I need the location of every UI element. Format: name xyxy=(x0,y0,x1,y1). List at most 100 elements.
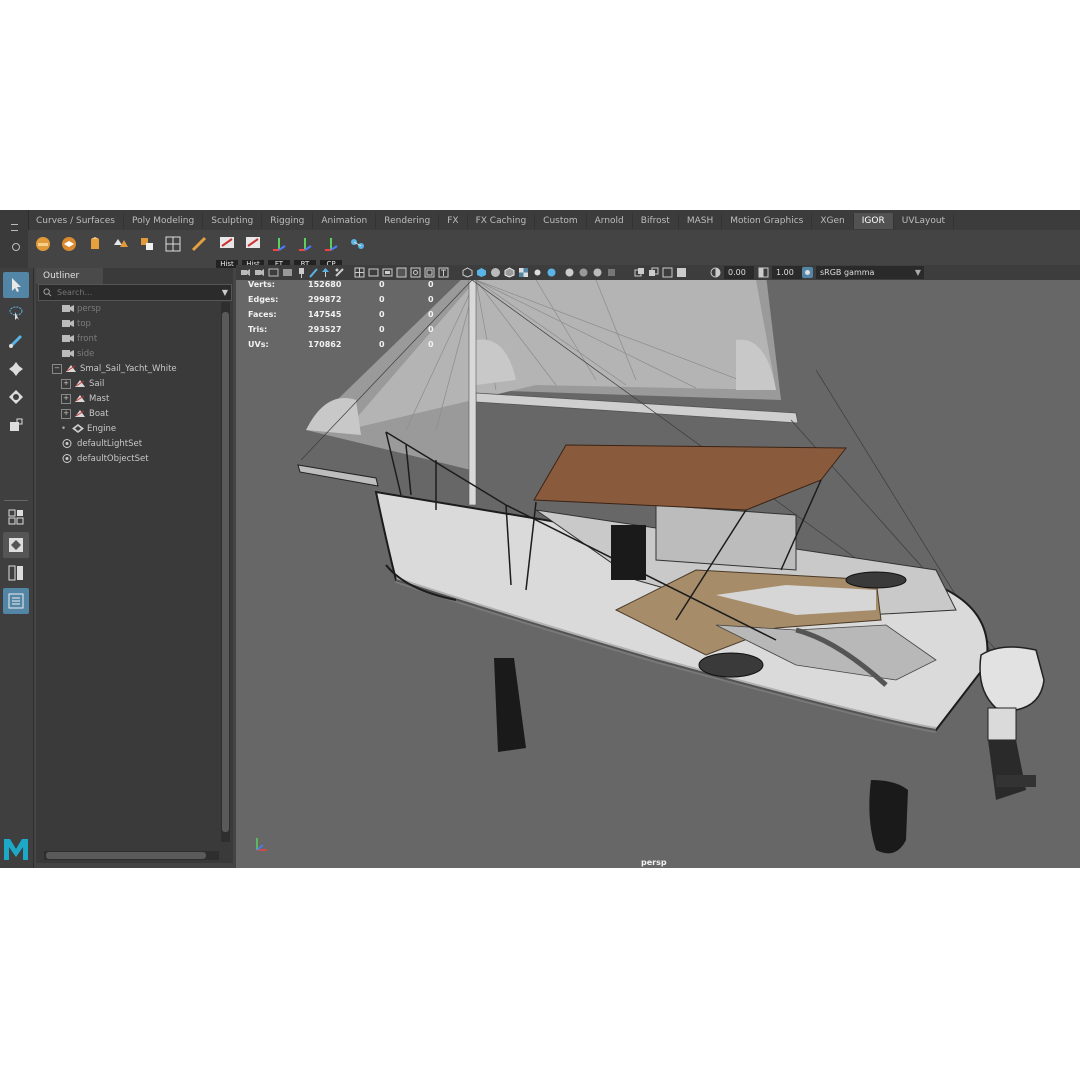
expand-icon[interactable]: + xyxy=(61,393,71,404)
shelf-tool-hist-1[interactable]: Hist xyxy=(216,234,238,268)
expand-icon[interactable]: + xyxy=(61,408,71,419)
outliner-item-mast[interactable]: + Mast xyxy=(61,392,109,407)
outliner-horizontal-scrollbar[interactable] xyxy=(44,851,219,860)
shadows-icon[interactable] xyxy=(546,267,557,278)
default-material-icon[interactable] xyxy=(490,267,501,278)
outliner-item-sail[interactable]: + Sail xyxy=(61,377,104,392)
lights-icon[interactable] xyxy=(532,267,543,278)
safe-title-icon[interactable] xyxy=(438,267,449,278)
outliner-item-yacht[interactable]: − Smal_Sail_Yacht_White xyxy=(52,362,177,377)
tab-arnold[interactable]: Arnold xyxy=(587,213,633,229)
select-tool-button[interactable] xyxy=(3,272,29,298)
scroll-thumb[interactable] xyxy=(222,312,229,832)
shelf-tool-rt[interactable]: RT xyxy=(294,234,316,268)
field-chart-icon[interactable] xyxy=(410,267,421,278)
layout-two-pane-button[interactable] xyxy=(3,560,29,586)
outliner-item-defaultobjectset[interactable]: defaultObjectSet xyxy=(62,452,149,467)
tab-igor[interactable]: IGOR xyxy=(853,213,894,229)
shelf-tool-hist-2[interactable]: Hist xyxy=(242,234,264,268)
scroll-thumb[interactable] xyxy=(46,852,206,859)
display-options-icon[interactable] xyxy=(334,267,345,278)
safe-action-icon[interactable] xyxy=(424,267,435,278)
gamma-field[interactable]: 1.00 xyxy=(772,266,802,279)
shelf-tool-6[interactable] xyxy=(162,234,184,256)
anti-aliasing-icon[interactable] xyxy=(592,267,603,278)
tab-curves-surfaces[interactable]: Curves / Surfaces xyxy=(28,213,124,229)
outliner-item-defaultlightset[interactable]: defaultLightSet xyxy=(62,437,142,452)
outliner-vertical-scrollbar[interactable] xyxy=(221,302,230,842)
move-tool-button[interactable] xyxy=(3,356,29,382)
outliner-item-persp[interactable]: persp xyxy=(62,302,101,317)
2d-pan-zoom-icon[interactable] xyxy=(320,267,331,278)
exposure-icon[interactable] xyxy=(710,267,721,278)
resolution-gate-icon[interactable] xyxy=(382,267,393,278)
wireframe-icon[interactable] xyxy=(462,267,473,278)
outliner-item-boat[interactable]: + Boat xyxy=(61,407,109,422)
shelf-tool-2[interactable] xyxy=(58,234,80,256)
shelf-tool-1[interactable] xyxy=(32,234,54,256)
textured-icon[interactable] xyxy=(518,267,529,278)
tab-rigging[interactable]: Rigging xyxy=(262,213,314,229)
scale-tool-button[interactable] xyxy=(3,412,29,438)
viewport-persp[interactable]: Verts: 152680 0 0 Edges: 299872 0 0 Faces: 1475… xyxy=(236,280,1080,868)
camera-attributes-icon[interactable] xyxy=(254,267,265,278)
tab-fx-caching[interactable]: FX Caching xyxy=(468,213,536,229)
search-options-dropdown-icon[interactable]: ▼ xyxy=(222,285,228,300)
grease-pencil-icon[interactable] xyxy=(308,267,319,278)
screen-space-ao-icon[interactable] xyxy=(564,267,575,278)
outliner-title[interactable]: Outliner xyxy=(36,268,103,284)
lasso-tool-button[interactable] xyxy=(3,300,29,326)
xray-joints-icon[interactable] xyxy=(662,267,673,278)
shelf-tool-3[interactable] xyxy=(84,234,106,256)
shelf-tool-nodes[interactable] xyxy=(346,234,368,256)
tab-mash[interactable]: MASH xyxy=(679,213,723,229)
shelf-tool-7[interactable] xyxy=(188,234,210,256)
layout-quad-button[interactable] xyxy=(3,504,29,530)
rotate-tool-button[interactable] xyxy=(3,384,29,410)
gate-mask-icon[interactable] xyxy=(396,267,407,278)
image-plane-icon[interactable] xyxy=(282,267,293,278)
paint-select-tool-button[interactable] xyxy=(3,328,29,354)
shelf-tool-5[interactable] xyxy=(136,234,158,256)
depth-of-field-icon[interactable] xyxy=(606,267,617,278)
layout-outliner-button[interactable] xyxy=(3,588,29,614)
collapse-icon[interactable]: − xyxy=(52,363,62,374)
outliner-item-front[interactable]: front xyxy=(62,332,97,347)
grid-toggle-icon[interactable] xyxy=(354,267,365,278)
shelf-settings-icon[interactable] xyxy=(12,243,20,251)
motion-blur-icon[interactable] xyxy=(578,267,589,278)
shelf-tool-cp[interactable]: CP xyxy=(320,234,342,268)
expand-icon[interactable]: + xyxy=(61,378,71,389)
color-management-icon[interactable] xyxy=(802,267,813,278)
bookmark-icon[interactable] xyxy=(268,267,279,278)
shelf-tool-ft[interactable]: FT xyxy=(268,234,290,268)
tab-uvlayout[interactable]: UVLayout xyxy=(894,213,955,229)
shelf-menu-icon[interactable] xyxy=(11,224,18,231)
shelf-tool-4[interactable] xyxy=(110,234,132,256)
tab-fx[interactable]: FX xyxy=(439,213,468,229)
isolate-select-icon[interactable] xyxy=(634,267,645,278)
smooth-shade-icon[interactable] xyxy=(476,267,487,278)
outliner-item-engine[interactable]: • Engine xyxy=(61,422,116,437)
xray-icon[interactable] xyxy=(648,267,659,278)
gamma-icon[interactable] xyxy=(758,267,769,278)
tab-rendering[interactable]: Rendering xyxy=(376,213,440,229)
wireframe-on-shaded-icon[interactable] xyxy=(504,267,515,278)
outliner-item-side[interactable]: side xyxy=(62,347,94,362)
tab-poly-modeling[interactable]: Poly Modeling xyxy=(124,213,204,229)
outliner-search-input[interactable] xyxy=(57,285,207,300)
select-camera-icon[interactable] xyxy=(240,267,251,278)
layout-single-button[interactable] xyxy=(3,532,29,558)
tab-custom[interactable]: Custom xyxy=(535,213,587,229)
exposure-field[interactable]: 0.00 xyxy=(724,266,754,279)
outliner-item-top[interactable]: top xyxy=(62,317,91,332)
tab-motion-graphics[interactable]: Motion Graphics xyxy=(722,213,813,229)
tab-bifrost[interactable]: Bifrost xyxy=(633,213,679,229)
pin-icon[interactable] xyxy=(296,267,307,278)
film-gate-icon[interactable] xyxy=(368,267,379,278)
tab-xgen[interactable]: XGen xyxy=(812,213,854,229)
tab-sculpting[interactable]: Sculpting xyxy=(203,213,263,229)
tab-animation[interactable]: Animation xyxy=(313,213,377,229)
color-space-dropdown[interactable]: sRGB gamma ▼ xyxy=(816,266,924,279)
xray-components-icon[interactable] xyxy=(676,267,687,278)
